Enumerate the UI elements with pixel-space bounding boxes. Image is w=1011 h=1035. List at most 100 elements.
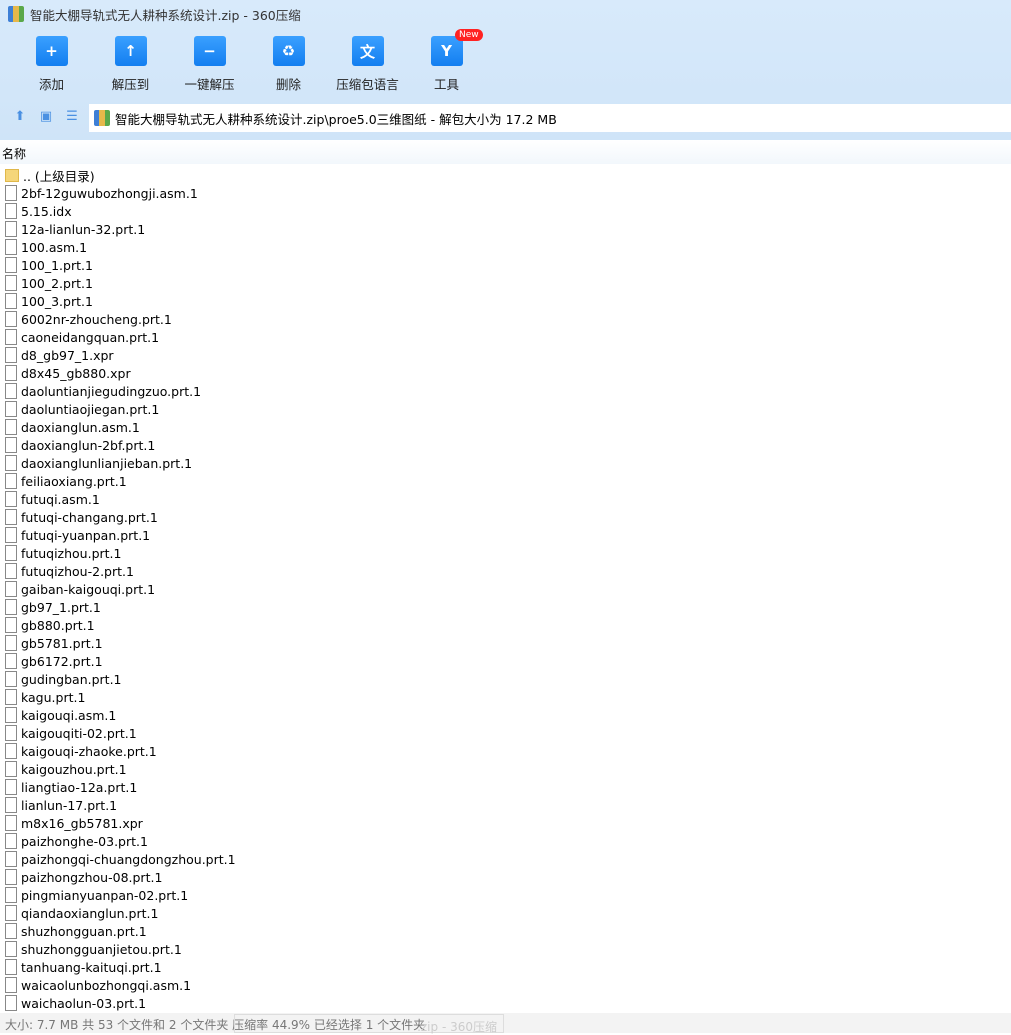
file-name: gb880.prt.1 <box>21 617 95 633</box>
file-name: 100.asm.1 <box>21 239 88 255</box>
file-row[interactable]: futuqizhou.prt.1 <box>0 544 1011 562</box>
up-arrow-icon[interactable]: ⬆ <box>12 110 28 124</box>
file-row[interactable]: futuqi-yuanpan.prt.1 <box>0 526 1011 544</box>
file-row[interactable]: waicaolunbozhongqi.asm.1 <box>0 976 1011 994</box>
window-title: 智能大棚导轨式无人耕种系统设计.zip - 360压缩 <box>30 7 301 23</box>
file-icon <box>5 581 17 597</box>
file-name: kaigouqiti-02.prt.1 <box>21 725 137 741</box>
file-name: 100_2.prt.1 <box>21 275 93 291</box>
toolbar-button-3[interactable]: ♻ 删除 <box>249 36 328 93</box>
file-row[interactable]: paizhongqi-chuangdongzhou.prt.1 <box>0 850 1011 868</box>
file-name: 100_1.prt.1 <box>21 257 93 273</box>
file-name: daoluntianjiegudingzuo.prt.1 <box>21 383 202 399</box>
file-name: futuqi-yuanpan.prt.1 <box>21 527 151 543</box>
file-row[interactable]: 12a-lianlun-32.prt.1 <box>0 220 1011 238</box>
file-icon <box>5 905 17 921</box>
file-row[interactable]: pingmianyuanpan-02.prt.1 <box>0 886 1011 904</box>
toolbar-button-1[interactable]: ↑ 解压到 <box>91 36 170 93</box>
file-icon <box>5 509 17 525</box>
file-row[interactable]: 100_2.prt.1 <box>0 274 1011 292</box>
file-name: 6002nr-zhoucheng.prt.1 <box>21 311 172 327</box>
file-name: futuqizhou.prt.1 <box>21 545 122 561</box>
file-icon <box>5 329 17 345</box>
file-icon <box>5 833 17 849</box>
file-row[interactable]: shuzhongguan.prt.1 <box>0 922 1011 940</box>
file-icon <box>5 599 17 615</box>
file-name: m8x16_gb5781.xpr <box>21 815 143 831</box>
file-row[interactable]: gb97_1.prt.1 <box>0 598 1011 616</box>
file-row[interactable]: gudingban.prt.1 <box>0 670 1011 688</box>
column-header-name[interactable]: 名称 <box>0 140 1011 164</box>
file-row[interactable]: kaigouqi-zhaoke.prt.1 <box>0 742 1011 760</box>
file-row[interactable]: kaigouzhou.prt.1 <box>0 760 1011 778</box>
file-row[interactable]: 100.asm.1 <box>0 238 1011 256</box>
file-row[interactable]: shuzhongguanjietou.prt.1 <box>0 940 1011 958</box>
file-row[interactable]: d8_gb97_1.xpr <box>0 346 1011 364</box>
file-icon <box>5 491 17 507</box>
file-row[interactable]: kaigouqi.asm.1 <box>0 706 1011 724</box>
file-row[interactable]: gb6172.prt.1 <box>0 652 1011 670</box>
file-row[interactable]: 100_1.prt.1 <box>0 256 1011 274</box>
file-icon <box>5 707 17 723</box>
file-name: daoxianglun.asm.1 <box>21 419 140 435</box>
file-name: gb6172.prt.1 <box>21 653 103 669</box>
thumbnail-view-icon[interactable]: ▣ <box>38 110 54 124</box>
file-row[interactable]: caoneidangquan.prt.1 <box>0 328 1011 346</box>
toolbar-label: 删除 <box>275 77 301 92</box>
file-icon <box>5 275 17 291</box>
file-row[interactable]: d8x45_gb880.xpr <box>0 364 1011 382</box>
file-name: gudingban.prt.1 <box>21 671 122 687</box>
file-row[interactable]: daoxianglun-2bf.prt.1 <box>0 436 1011 454</box>
file-icon <box>5 923 17 939</box>
file-row[interactable]: tanhuang-kaituqi.prt.1 <box>0 958 1011 976</box>
file-icon <box>5 239 17 255</box>
file-icon <box>5 437 17 453</box>
file-name: paizhonghe-03.prt.1 <box>21 833 148 849</box>
address-bar[interactable]: 智能大棚导轨式无人耕种系统设计.zip\proe5.0三维图纸 - 解包大小为 … <box>89 104 1011 132</box>
new-badge: New <box>455 29 483 41</box>
file-row[interactable]: waichaolun-03.prt.1 <box>0 994 1011 1012</box>
file-row[interactable]: daoxianglun.asm.1 <box>0 418 1011 436</box>
file-row[interactable]: kaigouqiti-02.prt.1 <box>0 724 1011 742</box>
file-row[interactable]: kagu.prt.1 <box>0 688 1011 706</box>
extract-to-icon: ↑ <box>114 36 147 66</box>
toolbar-button-5[interactable]: Y 工具 <box>407 36 486 93</box>
add-folder-icon: + <box>35 36 68 66</box>
file-row[interactable]: qiandaoxianglun.prt.1 <box>0 904 1011 922</box>
toolbar-button-4[interactable]: 文压缩包语言 <box>328 36 407 93</box>
file-icon <box>5 761 17 777</box>
file-row[interactable]: liangtiao-12a.prt.1 <box>0 778 1011 796</box>
file-row[interactable]: m8x16_gb5781.xpr <box>0 814 1011 832</box>
status-bar: 大小: 7.7 MB 共 53 个文件和 2 个文件夹 压缩率 44.9% 已经… <box>0 1013 1011 1033</box>
file-row[interactable]: feiliaoxiang.prt.1 <box>0 472 1011 490</box>
file-row[interactable]: futuqi-changang.prt.1 <box>0 508 1011 526</box>
file-name: futuqi-changang.prt.1 <box>21 509 158 525</box>
file-icon <box>5 689 17 705</box>
file-row[interactable]: daoxianglunlianjieban.prt.1 <box>0 454 1011 472</box>
file-row[interactable]: gb880.prt.1 <box>0 616 1011 634</box>
file-row[interactable]: daoluntianjiegudingzuo.prt.1 <box>0 382 1011 400</box>
file-name: shuzhongguan.prt.1 <box>21 923 147 939</box>
navigation-bar: ⬆ ▣ ☰ 智能大棚导轨式无人耕种系统设计.zip\proe5.0三维图纸 - … <box>0 104 1011 132</box>
file-name: qiandaoxianglun.prt.1 <box>21 905 159 921</box>
file-row[interactable]: futuqizhou-2.prt.1 <box>0 562 1011 580</box>
file-row[interactable]: 100_3.prt.1 <box>0 292 1011 310</box>
toolbar-button-2[interactable]: − 一键解压 <box>170 36 249 93</box>
file-row[interactable]: 5.15.idx <box>0 202 1011 220</box>
file-row[interactable]: futuqi.asm.1 <box>0 490 1011 508</box>
file-row[interactable]: lianlun-17.prt.1 <box>0 796 1011 814</box>
header-area: 智能大棚导轨式无人耕种系统设计.zip - 360压缩 + 添加 ↑ 解压到 − 一键解压… <box>0 0 1011 140</box>
toolbar-button-0[interactable]: + 添加 <box>12 36 91 93</box>
file-row[interactable]: 2bf-12guwubozhongji.asm.1 <box>0 184 1011 202</box>
file-row[interactable]: daoluntiaojiegan.prt.1 <box>0 400 1011 418</box>
file-icon <box>5 383 17 399</box>
file-row[interactable]: gb5781.prt.1 <box>0 634 1011 652</box>
file-row[interactable]: paizhongzhou-08.prt.1 <box>0 868 1011 886</box>
file-name: futuqizhou-2.prt.1 <box>21 563 134 579</box>
file-row[interactable]: gaiban-kaigouqi.prt.1 <box>0 580 1011 598</box>
file-row[interactable]: paizhonghe-03.prt.1 <box>0 832 1011 850</box>
zip-archive-icon <box>94 110 110 126</box>
parent-directory-row[interactable]: .. (上级目录) <box>0 166 1011 184</box>
file-row[interactable]: 6002nr-zhoucheng.prt.1 <box>0 310 1011 328</box>
list-view-icon[interactable]: ☰ <box>64 110 80 124</box>
